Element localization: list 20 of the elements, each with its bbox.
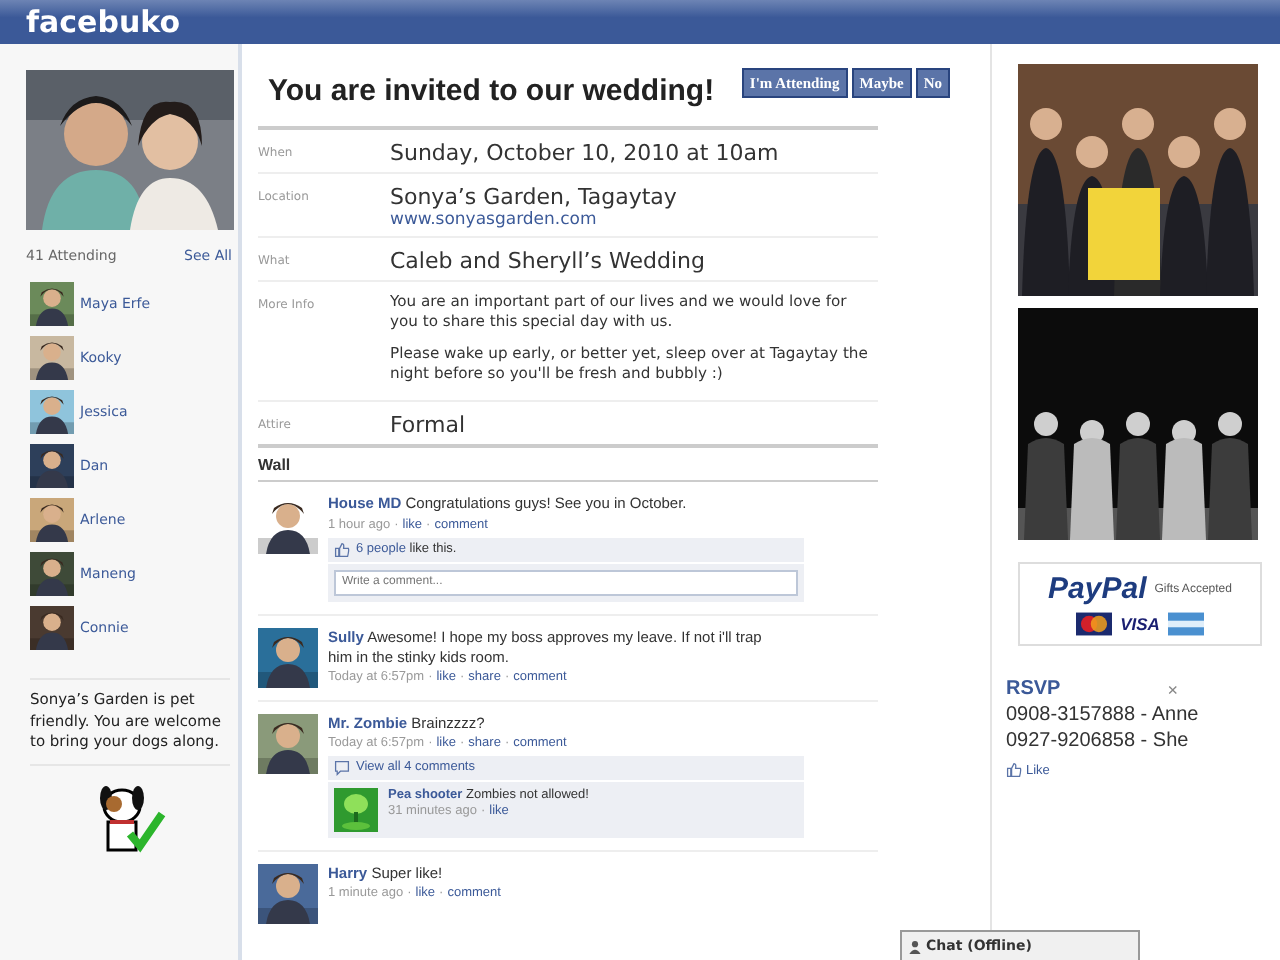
rsvp-phone: 0908-3157888 - Anne xyxy=(1006,704,1201,726)
credit-card-icon xyxy=(1076,612,1113,636)
credit-card-icon xyxy=(1167,612,1204,636)
detail-value: Sunday, October 10, 2010 at 10am xyxy=(390,140,779,166)
visa-logo: VISA xyxy=(1120,614,1160,634)
thumbs-up-icon xyxy=(1006,762,1022,778)
thumbs-up-icon xyxy=(334,541,350,558)
site-logo[interactable]: facebuko xyxy=(26,4,181,40)
wall-heading: Wall xyxy=(258,448,878,483)
event-title: You are invited to our wedding! xyxy=(268,74,715,108)
rsvp-phone: 0927-9206858 - She xyxy=(1006,730,1191,752)
paypal-logo: PayPal xyxy=(1048,572,1147,606)
website-link[interactable]: www.sonyasgarden.com xyxy=(390,210,677,230)
close-button[interactable]: × xyxy=(1167,679,1178,699)
detail-value: Formal xyxy=(390,412,466,439)
rsvp-title: RSVP xyxy=(1006,678,1061,700)
person-icon xyxy=(908,939,922,953)
detail-value: Sonya’s Garden, Tagaytay xyxy=(390,184,677,210)
detail-value: Caleb and Sheryll’s Wedding xyxy=(390,248,705,274)
speech-bubble-icon xyxy=(334,759,350,776)
